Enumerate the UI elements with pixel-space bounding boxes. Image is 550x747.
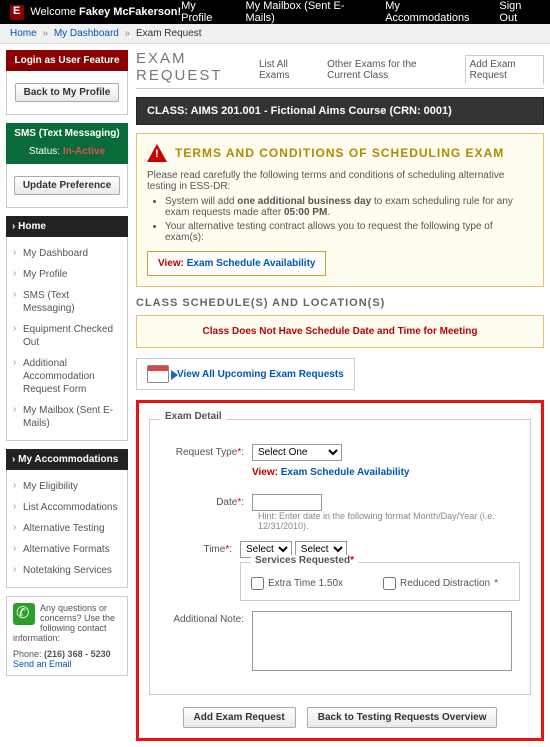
upcoming-requests-box: View All Upcoming Exam Requests [136, 358, 355, 390]
additional-note-textarea[interactable] [252, 611, 512, 671]
exam-schedule-link-inline[interactable]: Exam Schedule Availability [281, 467, 410, 478]
date-input[interactable] [252, 494, 322, 511]
nav-my-profile[interactable]: My Profile [181, 0, 227, 24]
warning-icon [147, 144, 167, 162]
request-type-select[interactable]: Select One [252, 444, 342, 461]
nav-item-list-accommodations[interactable]: List Accommodations [13, 497, 121, 518]
service-reduced-distraction[interactable]: Reduced Distraction* [383, 577, 498, 590]
service-extra-time[interactable]: Extra Time 1.50x [251, 577, 343, 590]
exam-schedule-link[interactable]: Exam Schedule Availability [187, 258, 316, 269]
nav-item-notetaking[interactable]: Notetaking Services [13, 560, 121, 581]
contact-phone: (216) 368 - 5230 [44, 649, 111, 659]
schedule-section-title: CLASS SCHEDULE(S) AND LOCATION(S) [136, 297, 544, 309]
terms-item: System will add one additional business … [165, 196, 533, 218]
view-schedule-box: View: Exam Schedule Availability [147, 251, 326, 276]
nav-item-alt-formats[interactable]: Alternative Formats [13, 539, 121, 560]
exam-detail-highlight: Exam Detail Request Type*: Select One Vi… [136, 400, 544, 741]
tab-other-exams[interactable]: Other Exams for the Current Class [323, 56, 455, 84]
contact-box: Any questions or concerns? Use the follo… [6, 596, 128, 676]
accommodations-nav-title: › My Accommodations [6, 449, 128, 470]
tab-list-all-exams[interactable]: List All Exams [255, 56, 313, 84]
nav-item-dashboard[interactable]: My Dashboard [13, 243, 121, 264]
send-email-link[interactable]: Send an Email [13, 659, 121, 669]
phone-icon [13, 603, 35, 625]
nav-sign-out[interactable]: Sign Out [499, 0, 540, 24]
nav-item-equipment[interactable]: Equipment Checked Out [13, 319, 121, 353]
sms-status: Status: In-Active [6, 144, 128, 162]
site-logo [10, 5, 24, 20]
welcome-text: Welcome Fakey McFakerson! [30, 6, 181, 18]
login-as-title: Login as User Feature [6, 50, 128, 71]
update-preference-button[interactable]: Update Preference [14, 176, 120, 195]
service-extra-time-checkbox[interactable] [251, 577, 264, 590]
view-upcoming-requests-link[interactable]: View All Upcoming Exam Requests [177, 369, 344, 380]
home-nav-title: › Home [6, 216, 128, 237]
nav-item-alt-testing[interactable]: Alternative Testing [13, 518, 121, 539]
nav-my-accommodations[interactable]: My Accommodations [385, 0, 481, 24]
tab-add-exam-request[interactable]: Add Exam Request [465, 55, 544, 85]
nav-my-mailbox[interactable]: My Mailbox (Sent E-Mails) [246, 0, 368, 24]
class-header: CLASS: AIMS 201.001 - Fictional Aims Cou… [136, 97, 544, 125]
nav-item-sms[interactable]: SMS (Text Messaging) [13, 285, 121, 319]
calendar-icon [147, 365, 169, 383]
crumb-current: Exam Request [136, 28, 202, 39]
exam-detail-legend: Exam Detail [160, 411, 227, 422]
sms-title: SMS (Text Messaging) [6, 123, 128, 144]
add-exam-request-button[interactable]: Add Exam Request [183, 707, 296, 728]
back-to-overview-button[interactable]: Back to Testing Requests Overview [307, 707, 498, 728]
nav-item-eligibility[interactable]: My Eligibility [13, 476, 121, 497]
back-to-profile-button[interactable]: Back to My Profile [15, 83, 120, 102]
page-title: EXAM REQUEST [136, 50, 255, 84]
crumb-home[interactable]: Home [10, 28, 37, 39]
terms-panel: TERMS AND CONDITIONS OF SCHEDULING EXAM … [136, 133, 544, 287]
date-hint: Hint: Enter date in the following format… [258, 511, 520, 531]
crumb-dashboard[interactable]: My Dashboard [54, 28, 119, 39]
nav-item-profile[interactable]: My Profile [13, 264, 121, 285]
nav-item-additional-request[interactable]: Additional Accommodation Request Form [13, 353, 121, 400]
nav-item-mailbox[interactable]: My Mailbox (Sent E-Mails) [13, 400, 121, 434]
no-schedule-notice: Class Does Not Have Schedule Date and Ti… [136, 315, 544, 348]
terms-item: Your alternative testing contract allows… [165, 221, 533, 243]
service-reduced-distraction-checkbox[interactable] [383, 577, 396, 590]
breadcrumb: Home » My Dashboard » Exam Request [0, 24, 550, 44]
